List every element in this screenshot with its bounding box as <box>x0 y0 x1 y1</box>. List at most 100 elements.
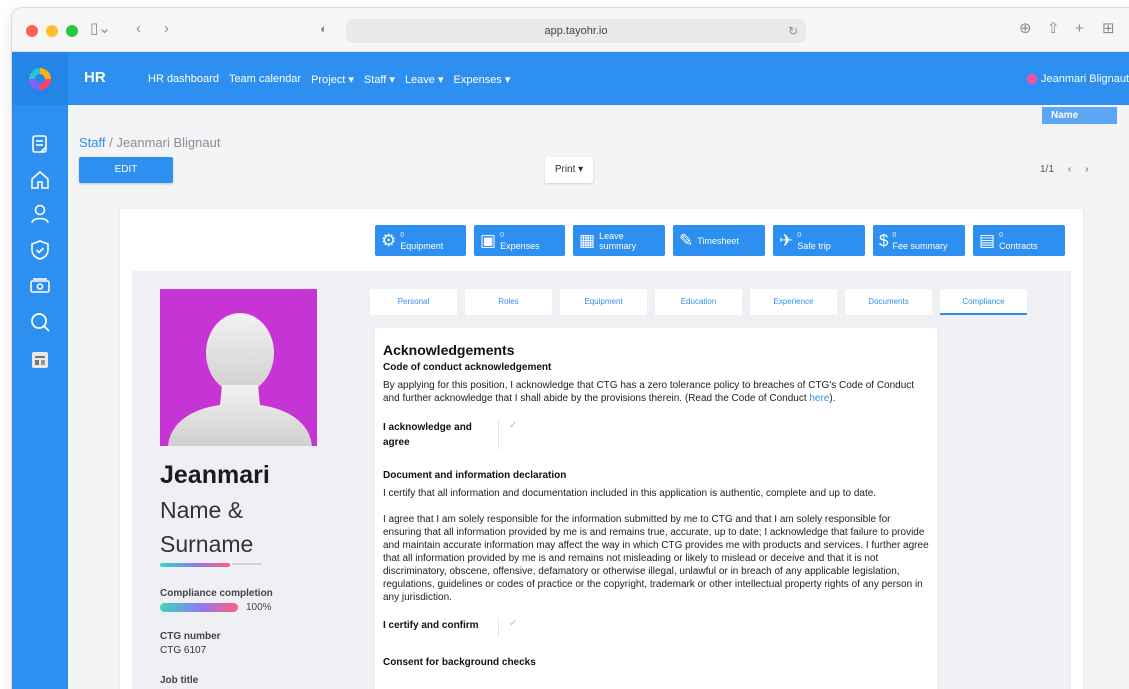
nav-project-menu[interactable]: Project ▾ <box>311 73 354 86</box>
user-avatar-icon <box>1027 74 1037 84</box>
breadcrumb-staff-link[interactable]: Staff <box>79 135 106 150</box>
minimize-window-button[interactable] <box>46 25 58 37</box>
tab-experience[interactable]: Experience <box>750 289 837 315</box>
leave-summary-line2: summary <box>599 240 637 251</box>
new-tab-icon[interactable]: + <box>1075 20 1084 38</box>
contracts-button[interactable]: ▤ 0 Contracts <box>973 225 1065 256</box>
equipment-label: Equipment <box>400 240 444 251</box>
staff-profile-card: ⚙ 0 Equipment ▣ 0 Expenses ▦ Leave summary … <box>120 209 1083 689</box>
ctg-number-value: CTG 6107 <box>160 645 207 656</box>
name-tooltip: Name <box>1042 107 1117 124</box>
fee-summary-button[interactable]: $ 0 Fee summary <box>873 225 965 256</box>
acknowledgements-heading: Acknowledgements <box>383 342 515 358</box>
tab-overview-icon[interactable]: ⊞ <box>1102 20 1115 38</box>
ctg-number-label: CTG number <box>160 631 221 642</box>
browser-window: ▯⌄ ‹ › ◐ app.tayohr.io ↻ ⊕ ⇧ + ⊞ HR HR d… <box>12 8 1129 689</box>
left-sidebar <box>12 105 68 689</box>
nav-expenses-menu[interactable]: Expenses ▾ <box>454 73 511 86</box>
dollar-icon: $ <box>879 231 889 250</box>
contracts-count: 0 <box>999 231 1003 239</box>
coc-text: By applying for this position, I acknowl… <box>383 379 929 405</box>
logo-container[interactable] <box>12 52 68 105</box>
app-logo-icon <box>29 68 51 90</box>
tab-compliance[interactable]: Compliance <box>940 289 1027 315</box>
record-pager: 1/1 ‹ › <box>1040 164 1089 175</box>
breadcrumb: Staff / Jeanmari Blignaut <box>79 135 220 150</box>
tab-equipment[interactable]: Equipment <box>560 289 647 315</box>
acknowledge-row: I acknowledge and agree ✓ <box>383 420 929 450</box>
avatar-placeholder-icon <box>168 313 312 446</box>
nav-leave-menu[interactable]: Leave ▾ <box>405 73 444 86</box>
user-menu[interactable]: Jeanmari Blignaut <box>1027 73 1129 85</box>
safe-trip-button[interactable]: ✈ 0 Safe trip <box>773 225 865 256</box>
app-header: HR HR dashboard Team calendar Project ▾ … <box>12 52 1129 124</box>
print-button[interactable]: Print ▾ <box>545 157 593 183</box>
address-bar[interactable]: app.tayohr.io ↻ <box>346 19 806 43</box>
download-icon[interactable]: ⊕ <box>1019 20 1032 38</box>
report-icon[interactable] <box>29 349 51 371</box>
contracts-label: Contracts <box>999 240 1038 251</box>
tab-personal[interactable]: Personal <box>370 289 457 315</box>
compliance-panel: Acknowledgements Code of conduct acknowl… <box>375 328 937 689</box>
tab-documents[interactable]: Documents <box>845 289 932 315</box>
edit-button[interactable]: EDIT <box>79 157 173 183</box>
money-icon[interactable] <box>29 275 51 297</box>
privacy-shield-icon[interactable]: ◐ <box>320 20 328 38</box>
pager-next-button[interactable]: › <box>1085 164 1088 175</box>
profile-photo <box>160 289 317 446</box>
zoom-window-button[interactable] <box>66 25 78 37</box>
fee-summary-label: Fee summary <box>892 240 948 251</box>
certify-checkbox[interactable]: ✓ <box>499 618 517 629</box>
name-surname-text: Name & Surname <box>160 497 254 557</box>
nav-hr-dashboard[interactable]: HR dashboard <box>148 73 219 86</box>
safe-trip-count: 0 <box>797 231 802 239</box>
contract-icon: ▤ <box>979 231 996 250</box>
equipment-count: 0 <box>400 231 405 239</box>
coc-heading: Code of conduct acknowledgement <box>383 362 552 373</box>
expenses-button[interactable]: ▣ 0 Expenses <box>474 225 565 256</box>
share-icon[interactable]: ⇧ <box>1047 20 1060 38</box>
code-of-conduct-link[interactable]: here <box>809 393 829 404</box>
compliance-completion-label: Compliance completion <box>160 588 273 599</box>
home-icon[interactable] <box>29 169 51 191</box>
quick-actions: ⚙ 0 Equipment ▣ 0 Expenses ▦ Leave summary … <box>375 225 1065 256</box>
safe-trip-label: Safe trip <box>797 240 831 251</box>
profile-tabs: Personal Roles Equipment Education Exper… <box>370 289 1027 315</box>
clipboard-icon[interactable] <box>29 133 51 155</box>
certify-row: I certify and confirm ✓ <box>383 618 929 637</box>
user-icon[interactable] <box>29 203 51 225</box>
tab-roles[interactable]: Roles <box>465 289 552 315</box>
leave-summary-line1: Leave <box>599 230 624 241</box>
expenses-label: Expenses <box>500 240 540 251</box>
gears-icon: ⚙ <box>381 231 397 250</box>
compliance-percentage: 100% <box>246 602 272 613</box>
profile-body: Jeanmari Name & Surname Compliance compl… <box>132 271 1071 689</box>
reload-icon[interactable]: ↻ <box>788 19 798 43</box>
cash-icon: ▣ <box>480 231 497 250</box>
main-nav: HR dashboard Team calendar Project ▾ Sta… <box>148 73 510 86</box>
sidebar-toggle-icon[interactable]: ▯⌄ <box>90 20 111 38</box>
declaration-heading: Document and information declaration <box>383 470 567 481</box>
equipment-button[interactable]: ⚙ 0 Equipment <box>375 225 466 256</box>
coc-end: ). <box>829 393 836 404</box>
declaration-text-2: I agree that I am solely responsible for… <box>383 514 929 603</box>
first-name-heading: Jeanmari <box>160 461 270 489</box>
browser-toolbar: ▯⌄ ‹ › ◐ app.tayohr.io ↻ ⊕ ⇧ + ⊞ <box>12 8 1129 52</box>
acknowledge-checkbox[interactable]: ✓ <box>499 420 517 431</box>
search-icon[interactable] <box>29 311 51 333</box>
app-title: HR <box>84 69 106 86</box>
close-window-button[interactable] <box>26 25 38 37</box>
pager-prev-button[interactable]: ‹ <box>1068 164 1071 175</box>
expenses-count: 0 <box>500 231 504 239</box>
job-title-label: Job title <box>160 675 199 686</box>
timesheet-label: Timesheet <box>697 235 739 246</box>
back-icon[interactable]: ‹ <box>136 20 141 38</box>
nav-staff-menu[interactable]: Staff ▾ <box>364 73 395 86</box>
nav-team-calendar[interactable]: Team calendar <box>229 73 301 86</box>
timesheet-button[interactable]: ✎ Timesheet <box>673 225 765 256</box>
certify-label: I certify and confirm <box>383 618 499 637</box>
leave-summary-button[interactable]: ▦ Leave summary <box>573 225 665 256</box>
shield-icon[interactable] <box>29 239 51 261</box>
tab-education[interactable]: Education <box>655 289 742 315</box>
forward-icon[interactable]: › <box>164 20 169 38</box>
